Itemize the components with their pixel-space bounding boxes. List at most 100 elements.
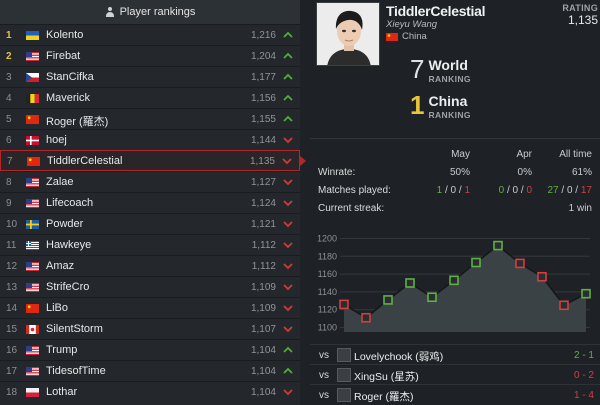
col-apr: Apr bbox=[516, 149, 532, 160]
chart-point[interactable] bbox=[361, 312, 371, 323]
player-name-link[interactable]: StanCifka bbox=[46, 71, 94, 83]
player-name-link[interactable]: Kolento bbox=[46, 29, 83, 41]
matches-may: 1 / 0 / 1 bbox=[436, 185, 470, 196]
rank-number: 9 bbox=[6, 198, 12, 209]
trend-up-icon bbox=[282, 71, 294, 83]
rating-label: RATING bbox=[562, 3, 598, 13]
ranking-row[interactable]: 18 Lothar 1,104 bbox=[0, 381, 300, 402]
chart-point[interactable] bbox=[471, 257, 481, 268]
match-row[interactable]: vs XingSu (星苏) 0 - 2 bbox=[310, 364, 600, 384]
player-name-link[interactable]: Hawkeye bbox=[46, 239, 91, 251]
col-may: May bbox=[451, 149, 470, 160]
ranking-row[interactable]: 15 SilentStorm 1,107 bbox=[0, 318, 300, 339]
ranking-row[interactable]: 5 Roger (羅杰) 1,155 bbox=[0, 108, 300, 129]
country-rank-caption: RANKING bbox=[428, 110, 471, 120]
match-row[interactable]: vs Lovelychook (弱鸡) 2 - 1 bbox=[310, 344, 600, 364]
chart-point[interactable] bbox=[515, 258, 525, 269]
rank-number: 15 bbox=[6, 324, 18, 335]
opponent-name[interactable]: XingSu (星苏) bbox=[354, 369, 419, 384]
rank-number: 11 bbox=[6, 240, 17, 251]
selection-pointer-icon bbox=[299, 155, 306, 167]
rating-chart: 1100 1120 1140 1160 1180 1200 bbox=[310, 228, 600, 338]
rank-number: 14 bbox=[6, 303, 18, 314]
match-row[interactable]: vs Roger (羅杰) 1 - 4 bbox=[310, 384, 600, 404]
country-rank-number: 1 bbox=[410, 90, 425, 120]
chart-point[interactable] bbox=[493, 240, 503, 251]
ranking-row[interactable]: 6 hoej 1,144 bbox=[0, 129, 300, 150]
ranking-row[interactable]: 2 Firebat 1,204 bbox=[0, 45, 300, 66]
trend-down-icon bbox=[282, 239, 294, 251]
player-name-link[interactable]: SilentStorm bbox=[46, 323, 103, 335]
player-name-link[interactable]: Lothar bbox=[46, 386, 77, 398]
ranking-row[interactable]: 10 Powder 1,121 bbox=[0, 213, 300, 234]
winrate-row: Winrate: 50% 0% 61% bbox=[318, 164, 592, 182]
player-rating: 1,177 bbox=[250, 72, 276, 83]
trend-up-icon bbox=[282, 92, 294, 104]
usa-flag-icon bbox=[26, 262, 39, 271]
opponent-name[interactable]: Lovelychook (弱鸡) bbox=[354, 349, 443, 364]
player-name-link[interactable]: Zalae bbox=[46, 176, 74, 188]
trend-down-icon bbox=[282, 281, 294, 293]
trend-down-icon bbox=[282, 176, 294, 188]
world-ranking: 7 World RANKING bbox=[410, 56, 471, 84]
trend-down-icon bbox=[282, 197, 294, 209]
rank-number: 16 bbox=[6, 345, 18, 356]
player-name-link[interactable]: LiBo bbox=[46, 302, 68, 314]
rankings-title: Player rankings bbox=[119, 6, 196, 18]
china-flag-icon bbox=[26, 304, 39, 313]
player-name-link[interactable]: Roger (羅杰) bbox=[46, 113, 108, 129]
player-name-link[interactable]: Firebat bbox=[46, 50, 80, 62]
chart-point[interactable] bbox=[383, 295, 393, 305]
chart-point[interactable] bbox=[405, 278, 415, 288]
chart-y-tick: 1200 bbox=[317, 233, 337, 243]
trend-up-icon bbox=[282, 365, 294, 377]
ranking-row[interactable]: 9 Lifecoach 1,124 bbox=[0, 192, 300, 213]
world-rank-number: 7 bbox=[410, 54, 425, 84]
sweden-flag-icon bbox=[26, 220, 39, 229]
rank-number: 12 bbox=[6, 261, 18, 272]
vs-label: vs bbox=[319, 370, 329, 381]
trend-down-icon bbox=[282, 386, 294, 398]
rank-number: 8 bbox=[6, 177, 12, 188]
chart-point[interactable] bbox=[427, 292, 437, 303]
ranking-row[interactable]: 17 TidesofTime 1,104 bbox=[0, 360, 300, 381]
ranking-row[interactable]: 8 Zalae 1,127 bbox=[0, 171, 300, 192]
greece-flag-icon bbox=[26, 241, 39, 250]
matches-all: 27 / 0 / 17 bbox=[547, 185, 593, 196]
ranking-row[interactable]: 1 Kolento 1,216 bbox=[0, 24, 300, 45]
winrate-apr: 0% bbox=[517, 167, 532, 178]
player-name-link[interactable]: hoej bbox=[46, 134, 67, 146]
opponent-name[interactable]: Roger (羅杰) bbox=[354, 389, 414, 404]
player-rating: 1,109 bbox=[250, 303, 276, 314]
ranking-row[interactable]: 16 Trump 1,104 bbox=[0, 339, 300, 360]
ranking-row[interactable]: 11 Hawkeye 1,112 bbox=[0, 234, 300, 255]
chart-point[interactable] bbox=[581, 288, 591, 299]
ranking-row[interactable]: 7 TiddlerCelestial 1,135 bbox=[0, 150, 306, 171]
player-name-link[interactable]: Powder bbox=[46, 218, 83, 230]
opponent-avatar bbox=[337, 368, 351, 382]
ranking-row[interactable]: 12 Amaz 1,112 bbox=[0, 255, 300, 276]
player-name-link[interactable]: TiddlerCelestial bbox=[47, 155, 122, 167]
chart-point[interactable] bbox=[449, 275, 459, 286]
rankings-list: 1 Kolento 1,216 2 Firebat 1,204 3 StanCifka 1,17… bbox=[0, 24, 306, 402]
player-name-link[interactable]: TidesofTime bbox=[46, 365, 106, 377]
ranking-row[interactable]: 3 StanCifka 1,177 bbox=[0, 66, 300, 87]
chart-point[interactable] bbox=[537, 271, 547, 282]
player-rating: 1,156 bbox=[250, 93, 276, 104]
player-name-link[interactable]: StrifeCro bbox=[46, 281, 89, 293]
player-name-link[interactable]: Amaz bbox=[46, 260, 74, 272]
country-rank-label: China bbox=[428, 93, 468, 109]
streak-row: Current streak: 1 win bbox=[318, 200, 592, 218]
player-name-link[interactable]: Lifecoach bbox=[46, 197, 93, 209]
player-rating: 1,204 bbox=[250, 51, 276, 62]
player-rating: 1,121 bbox=[250, 219, 276, 230]
chart-point[interactable] bbox=[339, 299, 349, 310]
player-name-link[interactable]: Trump bbox=[46, 344, 77, 356]
ranking-row[interactable]: 4 Maverick 1,156 bbox=[0, 87, 300, 108]
ranking-row[interactable]: 13 StrifeCro 1,109 bbox=[0, 276, 300, 297]
chart-point[interactable] bbox=[559, 300, 569, 311]
user-icon bbox=[105, 7, 115, 17]
ranking-row[interactable]: 14 LiBo 1,109 bbox=[0, 297, 300, 318]
player-name-link[interactable]: Maverick bbox=[46, 92, 90, 104]
vs-label: vs bbox=[319, 350, 329, 361]
